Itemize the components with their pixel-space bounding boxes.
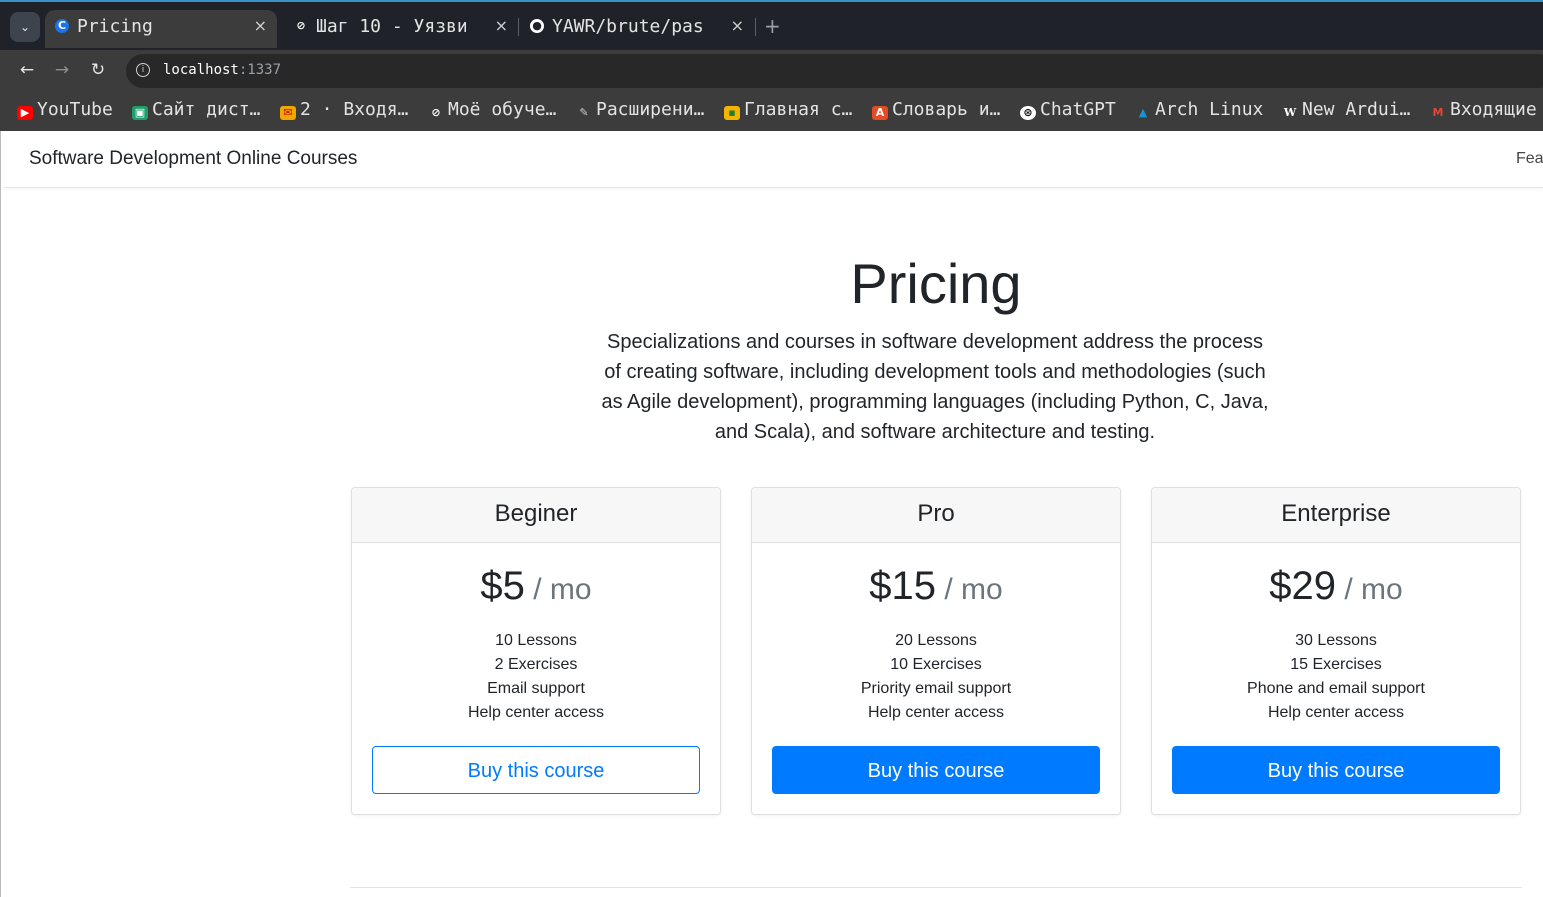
buy-course-button-enterprise[interactable]: Buy this course [1172,746,1500,794]
feature-item: 2 Exercises [494,656,578,673]
footer-divider [350,887,1522,888]
site-favicon-icon: C [55,19,69,33]
pricing-card-enterprise: Enterprise $29 / mo 30 Lessons 15 Exerci… [1151,487,1521,815]
toolbar: ← → ↻ i localhost:1337 [0,50,1543,92]
bookmark-youtube[interactable]: ▶ YouTube [17,99,113,123]
tab-search-button[interactable]: ⌄ [10,12,40,42]
plan-price: $15 / mo [869,564,1003,608]
tab-title: YAWR/brute/pass [552,16,702,37]
plan-features: 30 Lessons 15 Exercises Phone and email … [1152,629,1520,725]
nav-link-features[interactable]: Fea [1516,150,1543,168]
site-brand[interactable]: Software Development Online Courses [29,148,357,170]
tab-title: Шаг 10 - Уязвим [316,16,466,37]
tab-strip: ⌄ C Pricing × ⊘ Шаг 10 - Уязвим × ● YAWR… [0,0,1543,50]
extension-icon: ✎ [579,106,589,119]
classroom-icon: ▪ [724,106,740,120]
browser-chrome: ⌄ C Pricing × ⊘ Шаг 10 - Уязвим × ● YAWR… [0,0,1543,131]
feature-item: Phone and email support [1247,680,1425,697]
plan-name: Enterprise [1152,488,1520,543]
site-icon: ▣ [132,106,148,120]
bookmark-learning[interactable]: ⊘ Моё обуче… [428,99,556,123]
plan-name: Beginer [352,488,720,543]
feature-item: 30 Lessons [1295,632,1377,649]
plan-price: $5 / mo [480,564,592,608]
pricing-card-pro: Pro $15 / mo 20 Lessons 10 Exercises Pri… [751,487,1121,815]
bookmark-dictionary[interactable]: A Словарь и… [872,99,1000,123]
page-lead: Specializations and courses in software … [601,331,1269,443]
close-icon[interactable]: × [731,16,744,35]
address-bar[interactable]: i localhost:1337 [126,54,1543,88]
link-icon: ⊘ [431,106,441,119]
feature-item: 20 Lessons [895,632,977,649]
buy-course-button-beginer[interactable]: Buy this course [372,746,700,794]
close-icon[interactable]: × [495,16,508,35]
arch-icon: ▲ [1138,106,1148,119]
plan-name: Pro [752,488,1120,543]
url-text[interactable]: localhost:1337 [163,62,281,78]
plan-features: 10 Lessons 2 Exercises Email support Hel… [352,629,720,725]
tab-step-10[interactable]: ⊘ Шаг 10 - Уязвим × [284,10,518,48]
tab-title: Pricing [77,16,153,37]
bookmark-main[interactable]: ▪ Главная с… [724,99,852,123]
feature-item: Help center access [467,704,605,721]
youtube-icon: ▶ [17,106,33,120]
bookmark-site[interactable]: ▣ Сайт дист… [132,99,260,123]
site-navbar: Software Development Online Courses Fea [4,131,1543,188]
github-icon: ● [530,19,544,33]
forward-icon[interactable]: → [51,59,73,81]
feature-item: 10 Lessons [495,632,577,649]
page-content: Software Development Online Courses Fea … [4,131,1543,897]
feature-item: Help center access [1267,704,1405,721]
plan-features: 20 Lessons 10 Exercises Priority email s… [752,629,1120,725]
bookmarks-bar: ▶ YouTube ▣ Сайт дист… ✉ 2 · Входя… ⊘ Моё об… [0,92,1543,131]
feature-item: 15 Exercises [1290,656,1382,673]
bookmark-arduino[interactable]: W New Ardui… [1282,99,1411,123]
tab-separator [518,18,519,36]
site-info-icon[interactable]: i [136,63,150,77]
page-title: Pricing [850,252,1022,315]
dictionary-icon: A [872,106,888,120]
link-icon: ⊘ [296,19,306,32]
new-tab-button[interactable]: + [764,14,781,38]
wikipedia-icon: W [1283,106,1297,119]
feature-item: Help center access [867,704,1005,721]
gmail-icon: M [1432,106,1444,119]
bookmark-chatgpt[interactable]: ⊛ ChatGPT [1020,99,1116,123]
back-icon[interactable]: ← [16,59,38,81]
feature-item: Email support [487,680,585,697]
feature-item: 10 Exercises [890,656,982,673]
tab-separator [755,18,756,36]
bookmark-arch-linux[interactable]: ▲ Arch Linux [1135,99,1264,123]
bookmark-extensions[interactable]: ✎ Расширени… [576,99,704,123]
plan-price: $29 / mo [1269,564,1403,608]
reload-icon[interactable]: ↻ [87,59,109,81]
bookmark-inbox[interactable]: M Входящие [1430,99,1537,123]
close-icon[interactable]: × [254,16,267,35]
pricing-card-beginer: Beginer $5 / mo 10 Lessons 2 Exercises E… [351,487,721,815]
buy-course-button-pro[interactable]: Buy this course [772,746,1100,794]
tab-pricing[interactable]: C Pricing × [45,10,277,48]
bookmark-mail[interactable]: ✉ 2 · Входя… [280,99,408,123]
chatgpt-icon: ⊛ [1020,106,1036,120]
tab-github[interactable]: ● YAWR/brute/pass × [520,10,754,48]
feature-item: Priority email support [860,680,1012,697]
mail-icon: ✉ [280,106,296,120]
